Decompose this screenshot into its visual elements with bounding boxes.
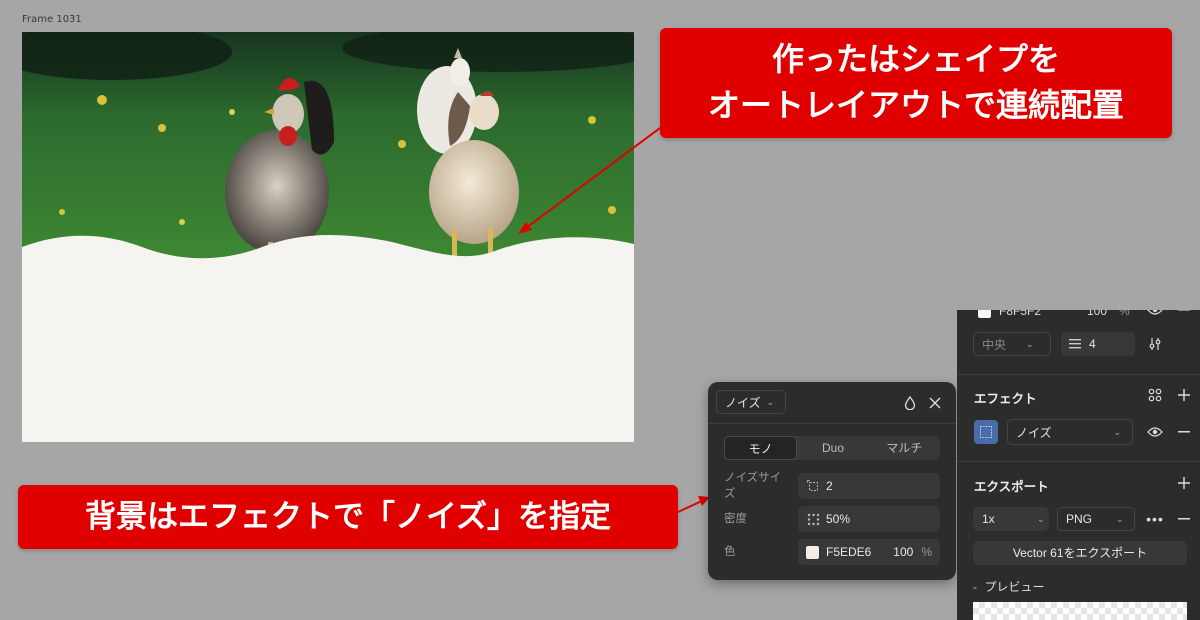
divider (957, 461, 1200, 462)
layout-count-input[interactable]: 4 (1061, 332, 1135, 356)
preview-toggle[interactable]: ⌄ プレビュー (971, 578, 1045, 595)
chevron-down-icon: ⌄ (971, 581, 979, 591)
plus-icon[interactable] (1175, 386, 1193, 404)
noise-effect-popup: ノイズ ⌄ モノ Duo マルチ ノイズサイズ 2 密度 50% 色 F5EDE… (708, 382, 956, 580)
noise-mode-segmented-control: モノ Duo マルチ (724, 436, 940, 460)
effect-settings-icon[interactable] (974, 420, 998, 444)
lines-icon (1069, 338, 1081, 350)
noise-color-input[interactable]: F5EDE6 100% (798, 539, 940, 565)
annotation-callout-shapes: 作ったはシェイプを オートレイアウトで連続配置 (660, 28, 1172, 138)
remove-effect-icon[interactable] (1175, 423, 1193, 441)
popup-header: ノイズ ⌄ (708, 382, 956, 424)
effects-title: エフェクト (974, 392, 1037, 406)
effect-type-label: ノイズ (1016, 425, 1052, 440)
export-format-value: PNG (1066, 512, 1093, 526)
noise-size-label: ノイズサイズ (724, 472, 782, 500)
arrow-line-bottom (677, 499, 705, 513)
remove-export-icon[interactable] (1175, 510, 1193, 528)
tab-multi[interactable]: マルチ (869, 436, 940, 460)
export-scale-select[interactable]: 1x ⌄ (973, 507, 1049, 531)
chevron-down-icon: ⌄ (1026, 338, 1034, 349)
export-button[interactable]: Vector 61をエクスポート (973, 541, 1187, 565)
tab-duo[interactable]: Duo (797, 436, 868, 460)
canvas-frame[interactable] (22, 32, 634, 442)
minus-icon[interactable] (1175, 310, 1193, 319)
noise-size-icon (806, 479, 820, 493)
color-swatch[interactable] (806, 545, 819, 559)
close-icon[interactable] (926, 394, 944, 412)
preview-label: プレビュー (984, 580, 1045, 594)
design-panel: F8F5F2 100 % 中央 ⌄ 4 エフェクト ノイズ ⌄ エクスポート 1… (957, 310, 1200, 620)
fill-swatch[interactable] (978, 310, 991, 318)
wave-shape (22, 235, 634, 442)
effect-visibility-icon[interactable] (1146, 423, 1164, 441)
noise-size-input[interactable]: 2 (798, 473, 940, 499)
noise-size-value: 2 (826, 479, 833, 493)
adjust-icon[interactable] (1146, 335, 1164, 353)
frame-label[interactable]: Frame 1031 (22, 14, 82, 25)
divider (957, 374, 1200, 375)
fill-opacity[interactable]: 100 (1087, 310, 1107, 318)
chevron-down-icon: ⌄ (1113, 426, 1122, 437)
fill-percent: % (1119, 310, 1130, 318)
chevron-down-icon: ⌄ (1037, 513, 1045, 524)
noise-opacity-value: 100 (893, 545, 914, 559)
more-options-icon[interactable]: ••• (1146, 510, 1164, 528)
export-format-select[interactable]: PNG ⌄ (1057, 507, 1135, 531)
add-export-icon[interactable] (1175, 474, 1193, 492)
tab-mono[interactable]: モノ (724, 436, 798, 460)
export-preview (973, 602, 1187, 620)
layout-count-value: 4 (1089, 337, 1096, 351)
noise-color-hex: F5EDE6 (826, 545, 872, 559)
noise-type-select[interactable]: ノイズ ⌄ (716, 390, 786, 414)
color-label: 色 (724, 546, 736, 558)
droplet-icon[interactable] (901, 394, 919, 412)
align-select-label: 中央 (982, 337, 1007, 352)
callout-line-2: オートレイアウトで連続配置 (707, 86, 1124, 124)
fill-hex[interactable]: F8F5F2 (999, 310, 1041, 318)
export-title: エクスポート (974, 480, 1049, 494)
callout-line-1: 作ったはシェイプを (771, 40, 1060, 78)
chevron-down-icon: ⌄ (766, 396, 775, 407)
noise-type-select-label: ノイズ (725, 395, 761, 410)
eye-icon[interactable] (1146, 310, 1164, 319)
effect-type-select[interactable]: ノイズ ⌄ (1007, 419, 1133, 445)
noise-color-opacity[interactable]: 100% (893, 545, 932, 559)
percent-sign: % (921, 545, 932, 559)
chevron-down-icon: ⌄ (1116, 513, 1124, 524)
density-value: 50% (826, 512, 851, 526)
grid-styles-icon[interactable] (1146, 386, 1164, 404)
density-icon (806, 512, 820, 526)
chicken-photo (22, 32, 634, 442)
export-scale-value: 1x (982, 512, 995, 526)
align-select[interactable]: 中央 ⌄ (973, 332, 1051, 356)
density-input[interactable]: 50% (798, 506, 940, 532)
density-label: 密度 (724, 513, 747, 525)
annotation-callout-noise: 背景はエフェクトで「ノイズ」を指定 (18, 485, 678, 549)
